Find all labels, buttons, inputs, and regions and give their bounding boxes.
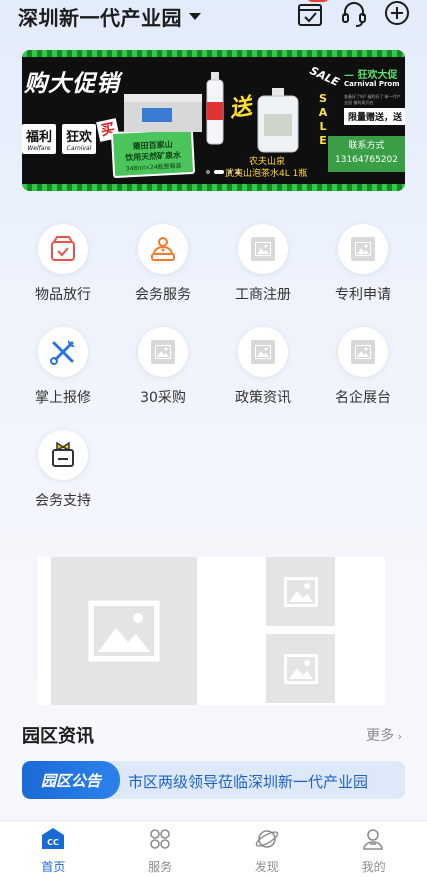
- grid-label[interactable]: 会务服务: [113, 284, 213, 304]
- banner-right-highlight: 限量赠送，送: [344, 108, 405, 125]
- announcement-bar[interactable]: 园区公告 市区两级领导莅临深圳新一代产业园: [22, 761, 405, 799]
- tab-discover[interactable]: 发现: [214, 821, 321, 877]
- tea-water-jug-image: [257, 88, 299, 153]
- banner-dot[interactable]: [236, 170, 240, 174]
- headset-icon[interactable]: [340, 0, 368, 28]
- grid-label[interactable]: 名企展台: [313, 387, 413, 407]
- water-bottle-image: [206, 72, 224, 145]
- announcement-tag: 园区公告: [22, 761, 120, 799]
- meeting-support-icon: [52, 441, 74, 467]
- profile-icon[interactable]: [361, 827, 385, 851]
- image-placeholder-icon: [251, 340, 275, 364]
- park-selector[interactable]: 深圳新一代产业园: [18, 2, 201, 31]
- banner-bottom-stripe: [22, 184, 405, 191]
- announcement-headline[interactable]: 市区两级领导莅临深圳新一代产业园: [128, 771, 396, 792]
- banner-right-title: — 狂欢大促: [344, 70, 398, 81]
- bottom-tab-bar: CC 首页 服务 发现 我的: [0, 820, 427, 877]
- banner-dot[interactable]: [206, 170, 210, 174]
- image-placeholder-icon: [151, 340, 175, 364]
- grid-label[interactable]: 专利申请: [313, 284, 413, 304]
- welfare-badge: 福利: [307, 0, 329, 2]
- image-placeholder-icon: [283, 576, 318, 607]
- image-placeholder-small-top[interactable]: [266, 557, 335, 626]
- welfare-calendar-button[interactable]: 福利: [297, 0, 329, 28]
- services-grid-icon[interactable]: [148, 827, 172, 851]
- grid-item-conference-service[interactable]: 会务服务: [113, 224, 213, 324]
- news-section-title: 园区资讯: [22, 726, 94, 747]
- banner-contact: 联系方式 13164765202: [328, 136, 405, 172]
- customer-service-button[interactable]: [340, 0, 368, 28]
- home-cc-icon[interactable]: CC: [41, 827, 65, 851]
- banner-right-description: 准备好了吗? 福利好了 新一代产业园 福利周开启: [344, 94, 401, 105]
- add-button[interactable]: [383, 0, 411, 28]
- grid-label[interactable]: 工商注册: [213, 284, 313, 304]
- repair-tools-icon: [50, 340, 75, 365]
- image-placeholder-icon: [251, 237, 275, 261]
- svg-text:CC: CC: [47, 838, 59, 847]
- grid-item-policy-news[interactable]: 政策资讯: [213, 327, 313, 427]
- water-box-image: [124, 94, 202, 132]
- banner-send-label: 送: [227, 94, 254, 123]
- banner-tag-carnival: 狂欢 Carnival: [62, 124, 96, 154]
- image-placeholder-icon: [351, 237, 375, 261]
- top-header: 深圳新一代产业园 福利: [0, 0, 427, 46]
- grid-item-30-procurement[interactable]: 30采购: [113, 327, 213, 427]
- banner-dot-active[interactable]: [214, 170, 224, 174]
- banner-top-stripe: [22, 50, 405, 57]
- featured-image-block[interactable]: [38, 557, 385, 705]
- banner-tag-welfare: 福利 Welfare: [22, 124, 56, 154]
- banner-title: 购大促销: [24, 71, 120, 97]
- grid-label[interactable]: 政策资讯: [213, 387, 313, 407]
- calendar-check-icon[interactable]: [297, 0, 325, 28]
- image-placeholder-icon: [283, 653, 318, 684]
- plus-circle-icon[interactable]: [383, 0, 411, 28]
- tab-profile[interactable]: 我的: [320, 821, 427, 877]
- news-more-link[interactable]: 更多 ›: [366, 725, 402, 745]
- image-placeholder-large[interactable]: [51, 557, 197, 705]
- grid-label[interactable]: 会务支持: [13, 490, 113, 510]
- caret-down-icon[interactable]: [189, 13, 201, 20]
- tab-services[interactable]: 服务: [107, 821, 214, 877]
- promo-banner[interactable]: 购大促销 福利 Welfare 狂欢 Carnival 买 莆田百家山 饮用天然…: [22, 50, 405, 191]
- park-name[interactable]: 深圳新一代产业园: [18, 2, 182, 31]
- banner-pagination[interactable]: [206, 170, 240, 174]
- grid-label[interactable]: 掌上报修: [13, 387, 113, 407]
- banner-water-card: 莆田百家山 饮用天然矿泉水 348ml×24瓶整箱装: [110, 127, 196, 179]
- grid-item-patent-application[interactable]: 专利申请: [313, 224, 413, 324]
- banner-sale-word: SALE: [307, 64, 342, 89]
- package-release-icon: [51, 236, 75, 261]
- banner-right-subtitle: Carnival Prom: [344, 80, 400, 88]
- image-placeholder-icon: [88, 600, 160, 662]
- grid-item-item-release[interactable]: 物品放行: [13, 224, 113, 324]
- conference-service-icon: [151, 237, 175, 261]
- banner-dot[interactable]: [228, 170, 232, 174]
- chevron-right-icon[interactable]: ›: [394, 730, 402, 743]
- grid-item-meeting-support[interactable]: 会务支持: [13, 430, 113, 530]
- discover-planet-icon[interactable]: [255, 827, 279, 851]
- grid-item-mobile-repair[interactable]: 掌上报修: [13, 327, 113, 427]
- grid-label[interactable]: 物品放行: [13, 284, 113, 304]
- grid-item-enterprise-showcase[interactable]: 名企展台: [313, 327, 413, 427]
- image-placeholder-small-bottom[interactable]: [266, 634, 335, 703]
- grid-item-business-registration[interactable]: 工商注册: [213, 224, 313, 324]
- image-placeholder-icon: [351, 340, 375, 364]
- grid-label[interactable]: 30采购: [113, 387, 213, 407]
- tab-home[interactable]: CC 首页: [0, 821, 107, 877]
